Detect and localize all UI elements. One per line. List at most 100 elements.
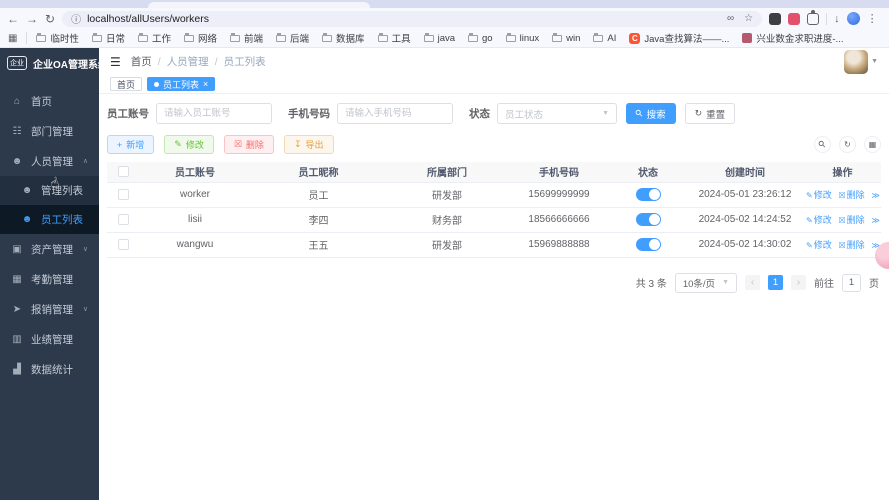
tab-home[interactable]: 首页 [110, 77, 143, 91]
sidebar-item-admin-list[interactable]: 管理列表 [0, 176, 99, 205]
row-edit-link[interactable]: ✎修改 [806, 240, 832, 250]
cell-dept: 研发部 [386, 182, 508, 208]
bookmark-label: linux [519, 32, 540, 44]
goto-label: 前往 [814, 279, 834, 290]
bookmark-item[interactable]: 临时性 [36, 31, 79, 45]
sidebar-item-dept[interactable]: 部门管理 [0, 116, 99, 146]
export-button[interactable]: ↧ 导出 [283, 135, 334, 154]
status-toggle[interactable] [635, 213, 661, 226]
row-more-link[interactable]: ≫更多 [871, 215, 881, 225]
apps-grid-icon[interactable]: ▦ [8, 33, 17, 44]
refresh-table-icon[interactable]: ↻ [839, 136, 856, 153]
row-delete-link[interactable]: ☒删除 [839, 215, 865, 225]
sidebar-item-label: 首页 [31, 95, 52, 108]
account-input[interactable] [156, 103, 272, 124]
home-icon [11, 96, 23, 107]
trash-icon: ☒ [838, 241, 846, 250]
bookmark-item[interactable]: 日常 [91, 31, 125, 45]
table-header-row: 员工账号 员工昵称 所属部门 手机号码 状态 创建时间 操作 [107, 162, 881, 183]
bookmark-item[interactable]: 工作 [137, 31, 171, 45]
status-select[interactable]: 员工状态 ▼ [497, 103, 617, 124]
downloads-icon[interactable]: ↓ [834, 13, 840, 25]
status-toggle[interactable] [635, 188, 661, 201]
bookmark-label: win [566, 32, 581, 44]
user-avatar[interactable] [844, 49, 869, 74]
sidebar-item-asset[interactable]: 资产管理 ∨ [0, 234, 99, 264]
sidebar-item-home[interactable]: 首页 [0, 86, 99, 116]
extension-icon-dark[interactable] [769, 12, 782, 25]
phone-input[interactable] [337, 103, 453, 124]
bookmark-item[interactable]: C Java查找算法——... [629, 31, 729, 45]
sidebar-item-reimburse[interactable]: 报销管理 ∨ [0, 294, 99, 324]
table-row[interactable]: worker 员工 研发部 15699999999 2024-05-01 23:… [107, 182, 881, 208]
status-label: 状态 [469, 108, 490, 120]
bookmark-item[interactable]: AI [593, 32, 616, 44]
tab-close-icon[interactable]: × [203, 79, 208, 89]
row-more-link[interactable]: ≫更多 [871, 190, 881, 200]
table-row[interactable]: wangwu 王五 研发部 15969888888 2024-05-02 14:… [107, 232, 881, 258]
bookmark-item[interactable]: 数据库 [322, 31, 365, 45]
add-button[interactable]: + 新增 [107, 135, 155, 154]
row-checkbox[interactable] [117, 213, 129, 225]
edit-icon: ✎ [806, 191, 813, 200]
row-checkbox[interactable] [117, 188, 129, 200]
status-toggle[interactable] [635, 238, 661, 251]
bookmark-star-icon[interactable]: ☆ [744, 13, 753, 24]
sidebar-item-worker-list[interactable]: 员工列表 [0, 205, 99, 234]
breadcrumb-people[interactable]: 人员管理 [167, 54, 209, 69]
bookmark-item[interactable]: win [552, 32, 581, 44]
key-icon[interactable]: ∞ [727, 13, 734, 24]
columns-icon[interactable]: ▦ [864, 136, 881, 153]
goto-page-input[interactable] [842, 273, 861, 292]
browser-menu-icon[interactable]: ⋮ [867, 12, 878, 25]
sidebar-item-label: 部门管理 [31, 125, 73, 138]
bookmark-item[interactable]: linux [505, 32, 540, 44]
forward-icon[interactable]: → [26, 13, 38, 25]
row-delete-link[interactable]: ☒删除 [839, 240, 865, 250]
toggle-search-icon[interactable]: ⚲ [814, 136, 831, 153]
breadcrumb-home[interactable]: 首页 [131, 54, 152, 69]
row-checkbox[interactable] [117, 238, 129, 250]
select-all-checkbox[interactable] [117, 166, 129, 178]
tab-worker-list[interactable]: 员工列表 × [147, 77, 216, 91]
sidebar-item-attendance[interactable]: 考勤管理 [0, 264, 99, 294]
edit-button[interactable]: ✎ 修改 [164, 135, 214, 154]
table-row[interactable]: lisii 李四 财务部 18566666666 2024-05-02 14:2… [107, 207, 881, 233]
bookmark-item[interactable]: 前端 [230, 31, 263, 45]
next-page-button[interactable]: › [791, 275, 806, 290]
folder-icon [377, 32, 388, 42]
bookmark-item[interactable]: 网络 [184, 31, 217, 45]
sidebar-toggle-icon[interactable]: ☰ [110, 55, 121, 69]
reset-button[interactable]: ↻ 重置 [684, 103, 736, 124]
row-edit-link[interactable]: ✎修改 [806, 190, 832, 200]
sidebar-item-performance[interactable]: 业绩管理 [0, 324, 99, 354]
back-icon[interactable]: ← [7, 13, 19, 25]
bookmark-item[interactable]: 兴业数金求职进度-... [742, 31, 843, 45]
bookmark-item[interactable]: 后端 [276, 31, 309, 45]
cell-account: lisii [139, 207, 251, 233]
page-unit-label: 页 [869, 279, 879, 290]
page-size-select[interactable]: 10条/页 ▼ [674, 272, 737, 293]
sidebar-item-stats[interactable]: 数据统计 [0, 354, 99, 384]
extension-icon-pink[interactable] [788, 12, 801, 25]
search-button[interactable]: ⚲ 搜索 [626, 103, 676, 124]
browser-tab[interactable] [148, 2, 370, 8]
url-text[interactable]: localhost/allUsers/workers [87, 13, 209, 25]
delete-button[interactable]: ☒ 删除 [223, 135, 274, 154]
prev-page-button[interactable]: ‹ [745, 275, 760, 290]
bookmark-item[interactable]: 工具 [377, 31, 411, 45]
bookmark-item[interactable]: java [423, 32, 455, 44]
more-icon: ≫ [871, 191, 880, 200]
user-menu[interactable]: ▼ [844, 49, 878, 74]
bookmark-item[interactable]: go [468, 32, 493, 44]
page-number[interactable]: 1 [768, 275, 783, 290]
extensions-puzzle-icon[interactable] [807, 9, 820, 25]
browser-profile-avatar[interactable] [846, 12, 860, 25]
row-delete-link[interactable]: ☒删除 [839, 190, 865, 200]
site-info-icon[interactable]: ⓘ [71, 11, 81, 26]
folder-icon [91, 32, 102, 42]
sidebar-item-people[interactable]: 人员管理 ∧ [0, 146, 99, 176]
url-bar[interactable]: ⓘ localhost/allUsers/workers ∞ ☆ [62, 10, 763, 27]
row-edit-link[interactable]: ✎修改 [806, 215, 832, 225]
reload-icon[interactable]: ↻ [45, 13, 55, 25]
